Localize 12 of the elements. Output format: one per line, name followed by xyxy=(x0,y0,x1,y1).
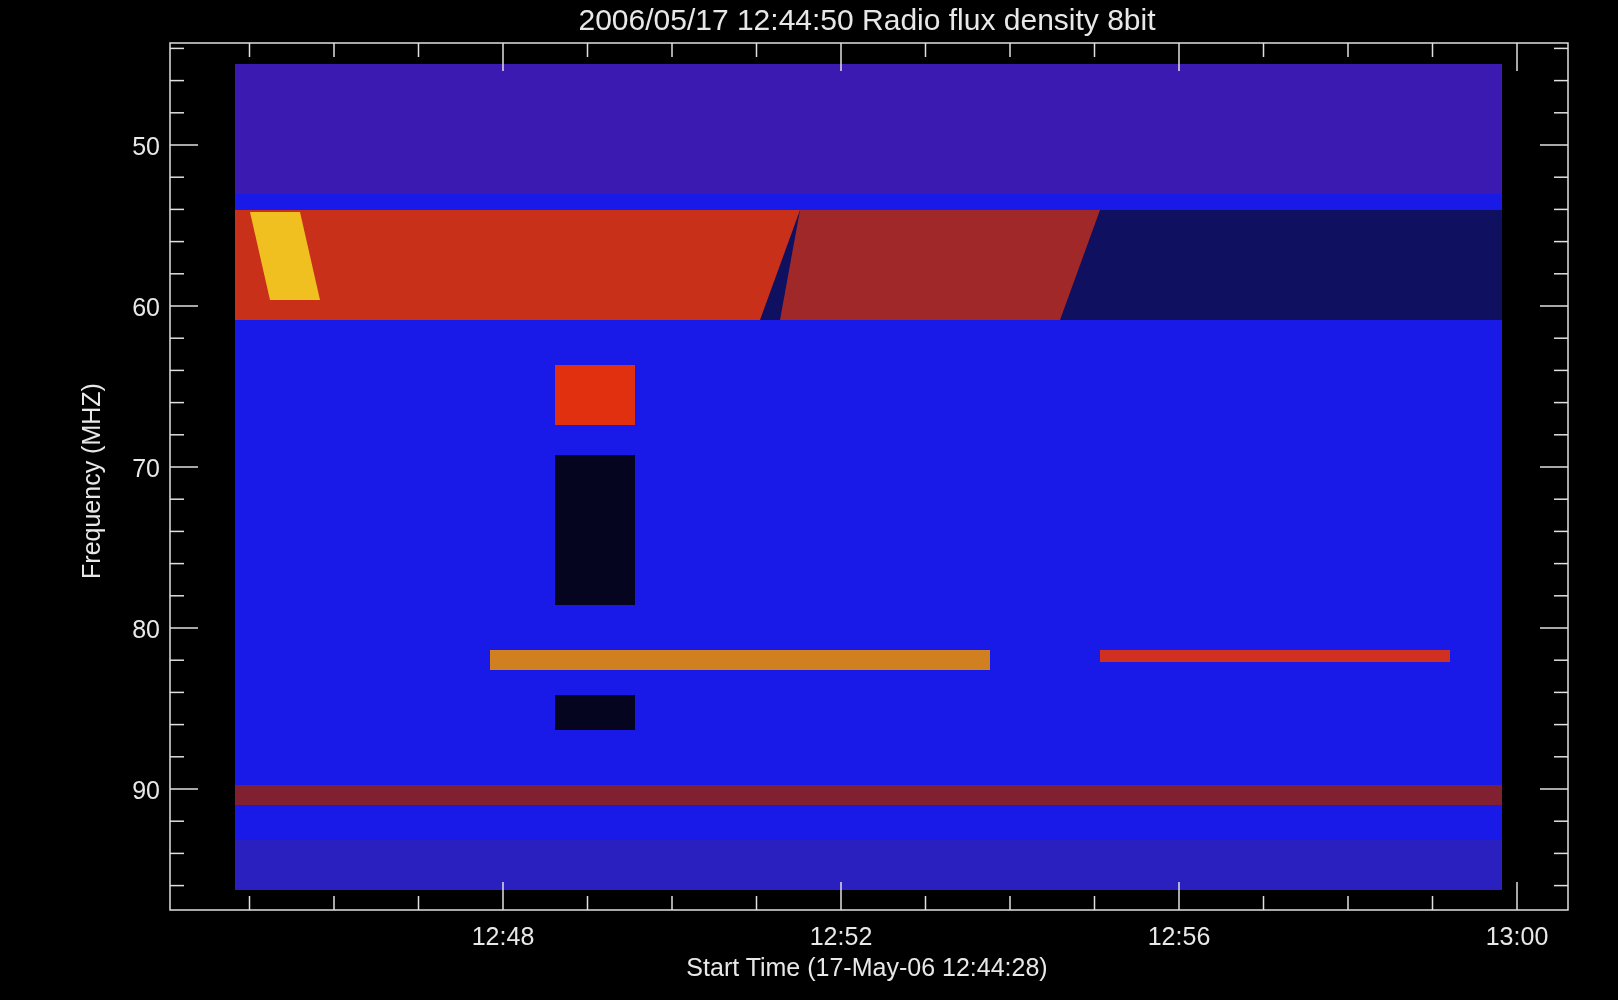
y-tick-label: 80 xyxy=(132,615,160,643)
y-tick-label: 70 xyxy=(132,454,160,482)
x-tick-label: 12:48 xyxy=(471,922,535,950)
y-axis-label: Frequency (MHZ) xyxy=(77,383,105,579)
y-tick-label: 60 xyxy=(132,293,160,321)
y-tick-label: 90 xyxy=(132,776,160,804)
x-tick-label: 13:00 xyxy=(1485,922,1549,950)
chart-title: 2006/05/17 12:44:50 Radio flux density 8bit xyxy=(578,3,1156,36)
x-axis-label: Start Time (17-May-06 12:44:28) xyxy=(686,953,1048,981)
x-tick-label: 12:52 xyxy=(809,922,873,950)
x-tick-label: 12:56 xyxy=(1147,922,1211,950)
y-tick-label: 50 xyxy=(132,132,160,160)
